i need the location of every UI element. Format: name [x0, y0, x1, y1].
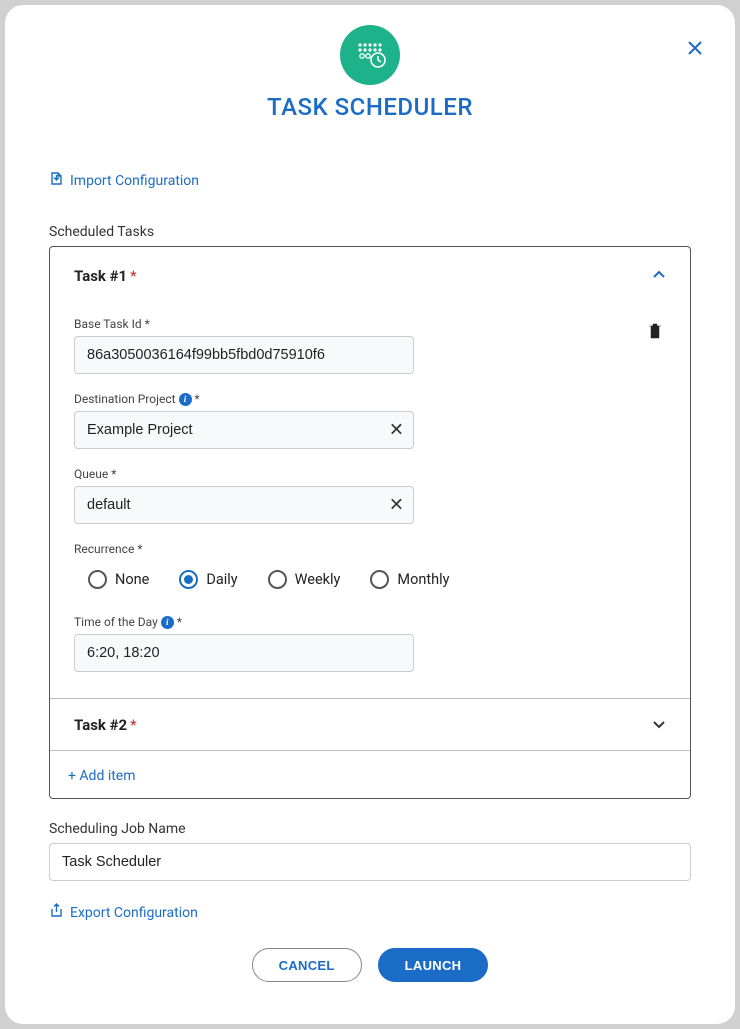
clear-destination-icon[interactable]: ✕ — [389, 420, 404, 441]
task-1-body: Base Task Id* Destination Project i* ✕ Q… — [50, 317, 690, 698]
launch-button[interactable]: LAUNCH — [378, 948, 489, 982]
export-configuration-link[interactable]: Export Configuration — [49, 903, 198, 922]
task-2-header[interactable]: Task #2* — [50, 698, 690, 750]
import-icon — [49, 171, 64, 190]
time-of-day-input[interactable] — [74, 634, 414, 672]
cancel-button[interactable]: CANCEL — [252, 948, 362, 982]
base-task-id-input[interactable] — [74, 336, 414, 374]
scheduler-logo-icon — [340, 25, 400, 85]
recurrence-options: None Daily Weekly Monthly — [74, 570, 666, 589]
recurrence-option-monthly[interactable]: Monthly — [370, 570, 449, 589]
tasks-container: Task #1* Base Task Id* Destination Proje… — [49, 246, 691, 799]
radio-icon — [268, 570, 287, 589]
button-row: CANCEL LAUNCH — [49, 948, 691, 986]
scheduled-tasks-label: Scheduled Tasks — [49, 224, 691, 240]
chevron-down-icon — [652, 715, 666, 734]
recurrence-option-daily[interactable]: Daily — [179, 570, 237, 589]
radio-icon — [370, 570, 389, 589]
task-1-title: Task #1* — [74, 267, 137, 285]
destination-project-input[interactable] — [74, 411, 414, 449]
time-of-day-label: Time of the Day i* — [74, 615, 666, 629]
import-link-label: Import Configuration — [70, 173, 199, 189]
add-item-link[interactable]: + Add item — [68, 768, 136, 784]
modal-title: TASK SCHEDULER — [49, 93, 691, 121]
task-1-header[interactable]: Task #1* — [50, 247, 690, 299]
chevron-up-icon — [652, 268, 666, 284]
radio-checked-icon — [179, 570, 198, 589]
delete-task-button[interactable] — [648, 323, 662, 343]
export-link-label: Export Configuration — [70, 905, 198, 921]
scheduling-job-name-label: Scheduling Job Name — [49, 821, 691, 837]
info-icon[interactable]: i — [161, 616, 174, 629]
recurrence-label: Recurrence* — [74, 542, 666, 556]
export-icon — [49, 903, 64, 922]
radio-icon — [88, 570, 107, 589]
queue-label: Queue* — [74, 467, 666, 481]
task-2-title: Task #2* — [74, 716, 137, 734]
import-configuration-link[interactable]: Import Configuration — [49, 171, 199, 190]
add-item-row: + Add item — [50, 750, 690, 798]
base-task-id-label: Base Task Id* — [74, 317, 666, 331]
recurrence-option-none[interactable]: None — [88, 570, 149, 589]
close-icon[interactable] — [687, 37, 703, 61]
task-scheduler-modal: TASK SCHEDULER Import Configuration Sche… — [5, 5, 735, 1024]
scheduling-job-name-input[interactable] — [49, 843, 691, 881]
destination-project-label: Destination Project i* — [74, 392, 666, 406]
queue-input[interactable] — [74, 486, 414, 524]
recurrence-option-weekly[interactable]: Weekly — [268, 570, 341, 589]
trash-icon — [648, 324, 662, 343]
clear-queue-icon[interactable]: ✕ — [389, 495, 404, 516]
info-icon[interactable]: i — [179, 393, 192, 406]
